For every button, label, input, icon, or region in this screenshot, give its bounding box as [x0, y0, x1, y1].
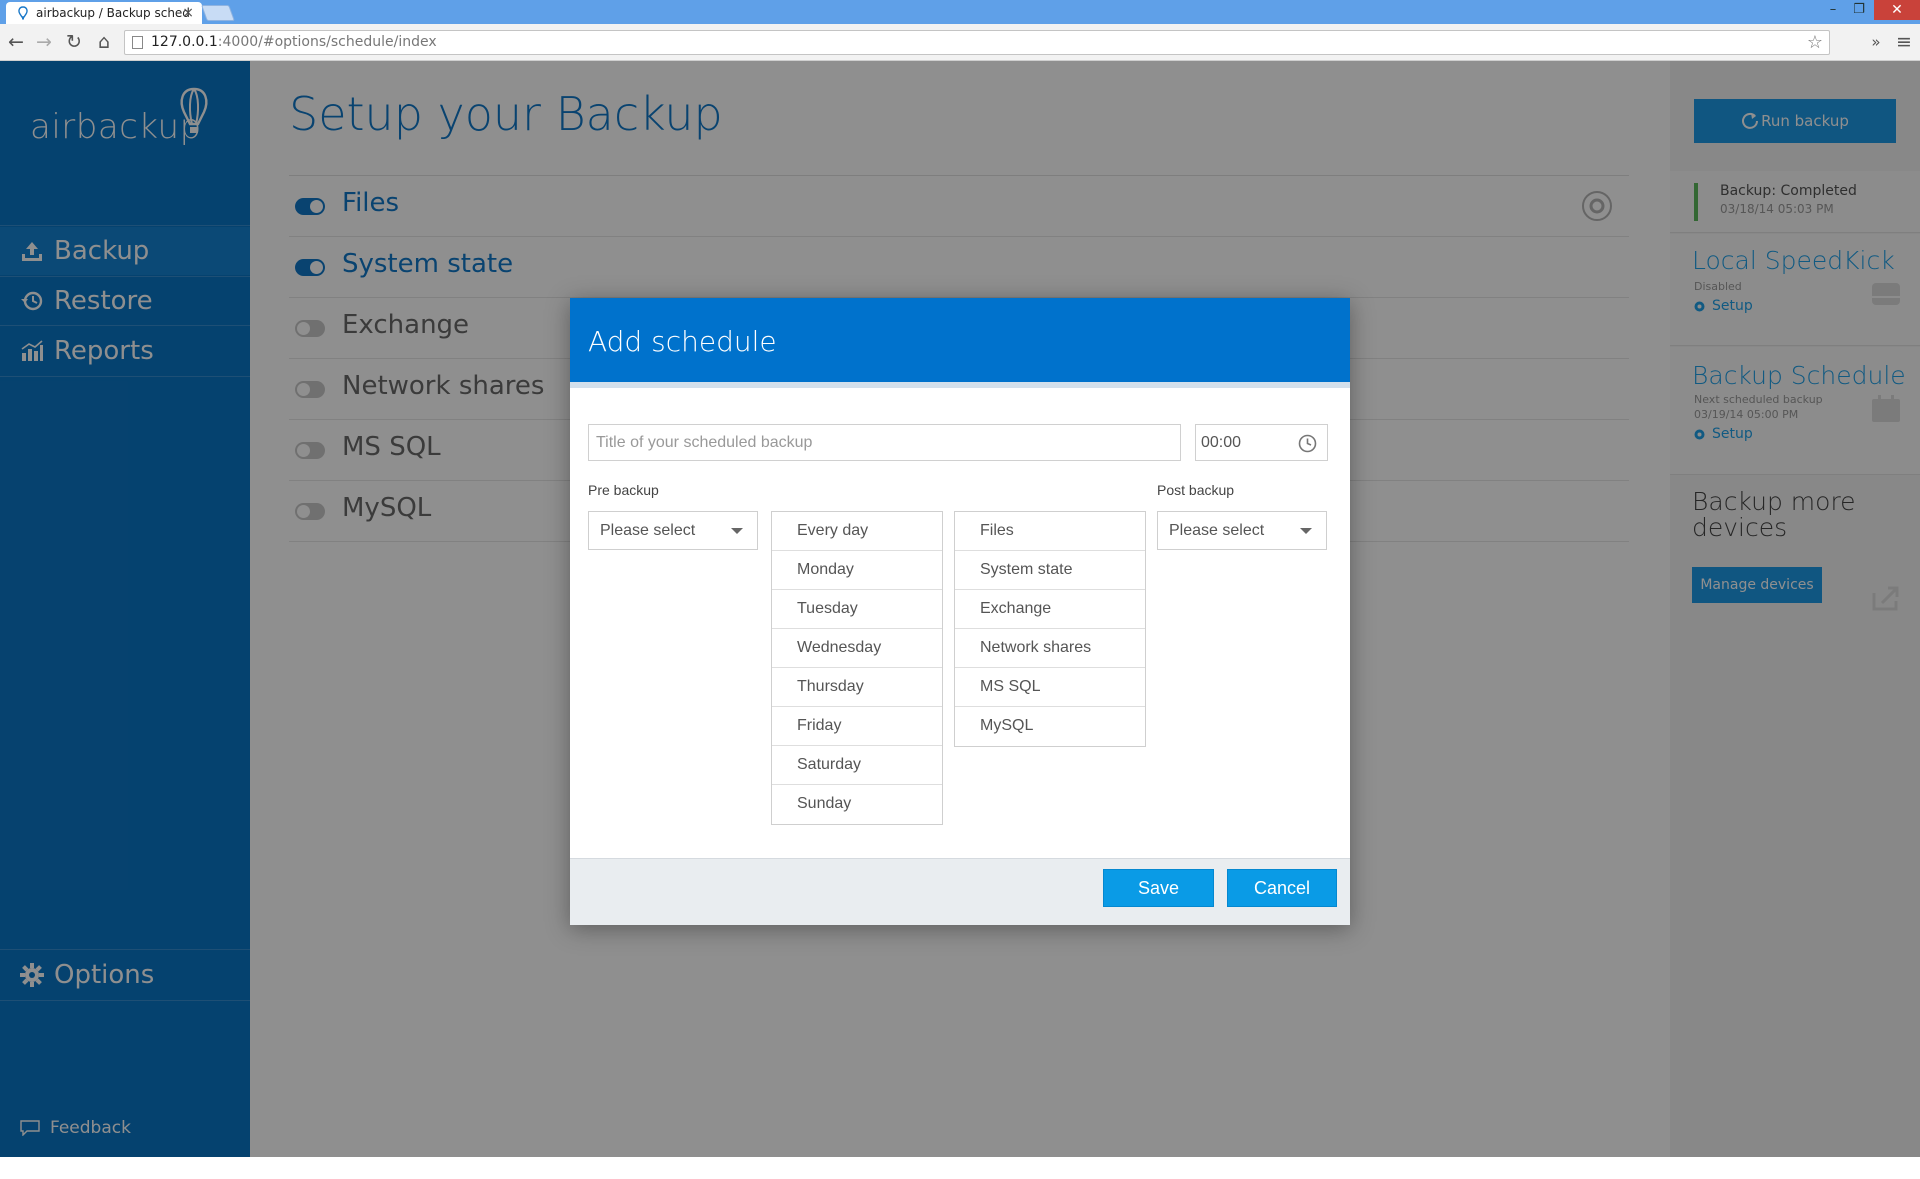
reload-icon[interactable]: ↻	[62, 30, 86, 54]
browser-tab[interactable]: airbackup / Backup sched ×	[6, 2, 202, 24]
schedule-title-input[interactable]: Title of your scheduled backup	[588, 424, 1181, 461]
close-window-icon[interactable]: ✕	[1874, 0, 1920, 20]
chevron-down-icon	[1300, 528, 1312, 534]
bookmark-star-icon[interactable]: ☆	[1807, 31, 1823, 54]
day-option[interactable]: Every day	[772, 512, 942, 551]
post-backup-select[interactable]: Please select	[1157, 511, 1327, 550]
browser-titlebar: airbackup / Backup sched × – ❐ ✕	[0, 0, 1920, 24]
url-path: :4000/#options/schedule/index	[217, 34, 437, 50]
type-option[interactable]: MS SQL	[955, 668, 1145, 707]
day-option[interactable]: Wednesday	[772, 629, 942, 668]
dialog-footer: Save Cancel	[570, 858, 1350, 925]
backup-type-list: Files System state Exchange Network shar…	[954, 511, 1146, 747]
pre-backup-label: Pre backup	[588, 482, 659, 498]
type-option[interactable]: Exchange	[955, 590, 1145, 629]
post-backup-label: Post backup	[1157, 482, 1235, 498]
page-icon	[132, 36, 143, 49]
day-list: Every day Monday Tuesday Wednesday Thurs…	[771, 511, 943, 825]
balloon-favicon-icon	[18, 6, 28, 20]
pre-backup-select[interactable]: Please select	[588, 511, 758, 550]
day-option[interactable]: Friday	[772, 707, 942, 746]
dialog-header: Add schedule	[570, 298, 1350, 388]
type-option[interactable]: System state	[955, 551, 1145, 590]
cancel-button[interactable]: Cancel	[1227, 869, 1337, 907]
browser-toolbar: ← → ↻ ⌂ 127.0.0.1:4000/#options/schedule…	[0, 24, 1920, 61]
type-option[interactable]: MySQL	[955, 707, 1145, 746]
url-host: 127.0.0.1	[151, 34, 218, 50]
new-tab-button[interactable]	[201, 5, 235, 21]
type-option[interactable]: Files	[955, 512, 1145, 551]
select-value: Please select	[1169, 522, 1265, 539]
chevron-down-icon	[731, 528, 743, 534]
time-value: 00:00	[1201, 434, 1242, 451]
select-value: Please select	[600, 522, 696, 539]
forward-icon[interactable]: →	[32, 30, 56, 54]
type-option[interactable]: Network shares	[955, 629, 1145, 668]
tab-close-icon[interactable]: ×	[182, 2, 194, 24]
day-option[interactable]: Monday	[772, 551, 942, 590]
tab-title: airbackup / Backup sched	[36, 6, 190, 20]
home-icon[interactable]: ⌂	[92, 30, 116, 54]
back-icon[interactable]: ←	[4, 30, 28, 54]
dialog-title: Add schedule	[588, 325, 777, 358]
extensions-icon[interactable]: »	[1864, 30, 1888, 54]
address-bar[interactable]: 127.0.0.1:4000/#options/schedule/index ☆	[124, 30, 1830, 55]
day-option[interactable]: Sunday	[772, 785, 942, 824]
day-option[interactable]: Tuesday	[772, 590, 942, 629]
restore-icon[interactable]: ❐	[1844, 0, 1874, 20]
menu-icon[interactable]: ≡	[1892, 30, 1916, 54]
day-option[interactable]: Thursday	[772, 668, 942, 707]
add-schedule-dialog: Add schedule Title of your scheduled bac…	[570, 298, 1350, 925]
schedule-time-input[interactable]: 00:00	[1195, 424, 1328, 461]
save-button[interactable]: Save	[1103, 869, 1214, 907]
clock-icon[interactable]	[1298, 434, 1317, 453]
day-option[interactable]: Saturday	[772, 746, 942, 785]
